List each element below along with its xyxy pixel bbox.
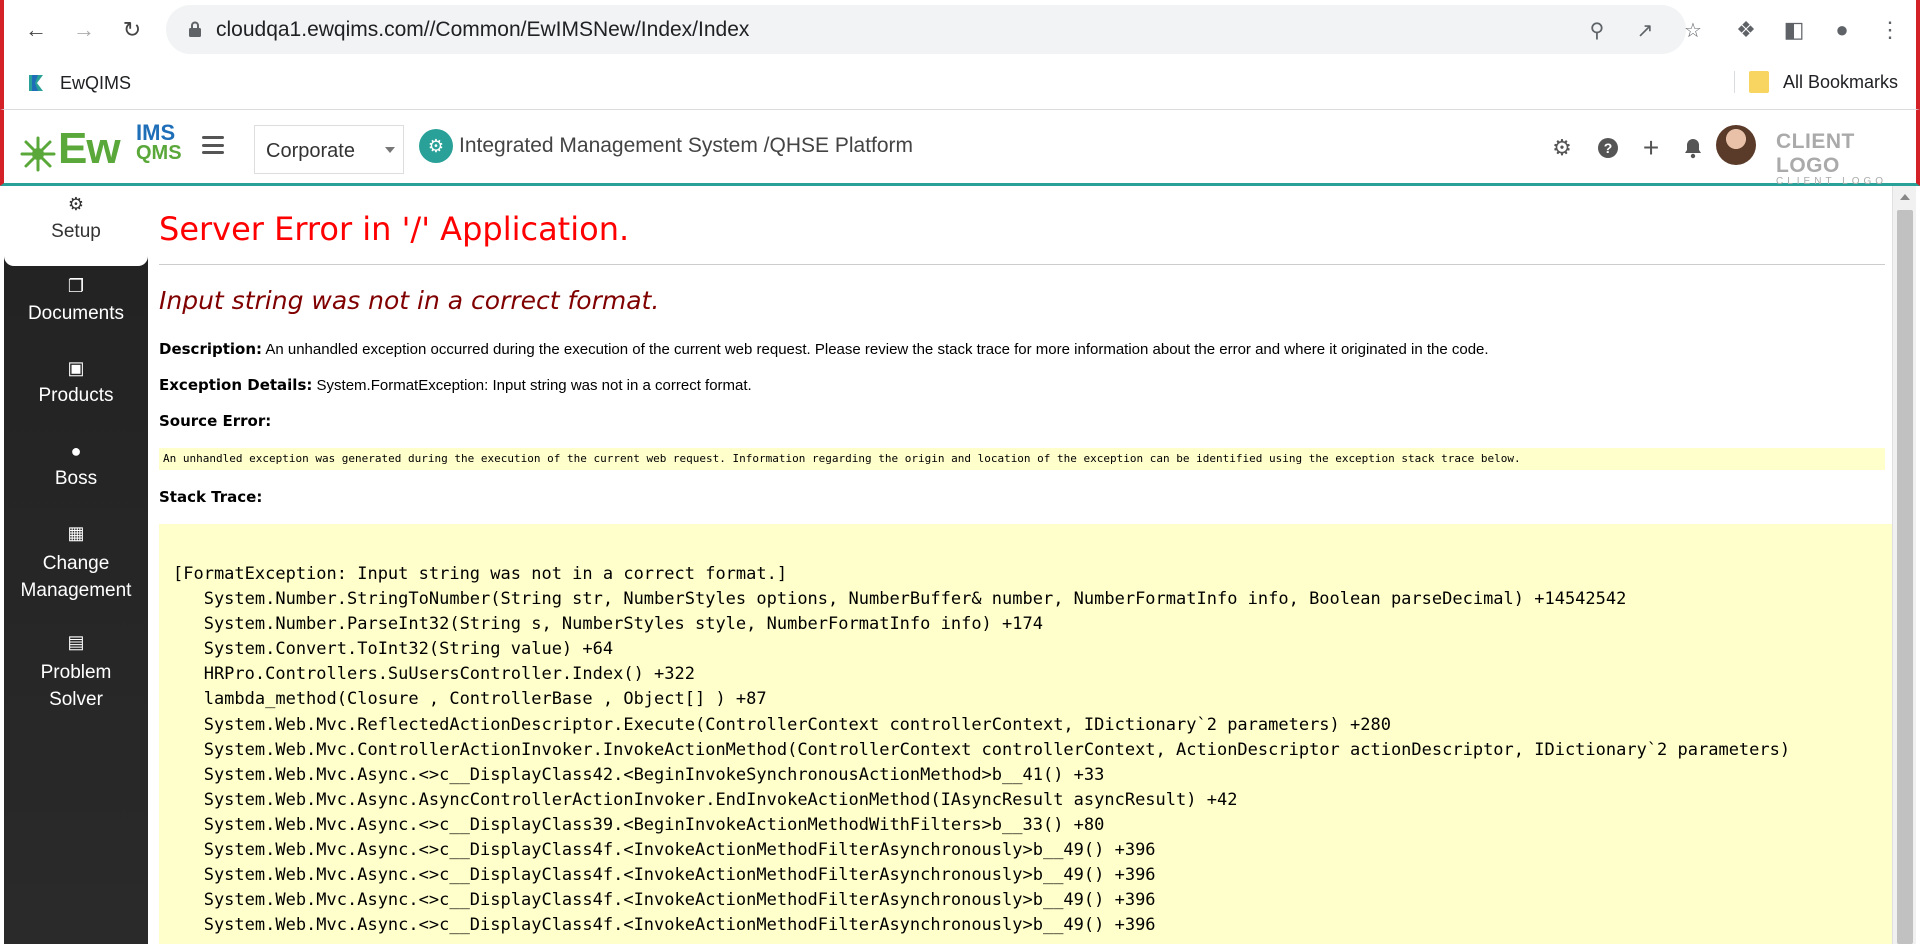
stack-trace-line: System.Web.Mvc.ControllerActionInvoker.I… (173, 739, 1791, 760)
gears-icon: ⚙ (67, 194, 85, 214)
sidebar-item-label: Documents (27, 303, 125, 324)
svg-text:?: ? (1604, 140, 1613, 156)
stack-trace-line: System.Web.Mvc.Async.<>c__DisplayClass4f… (173, 840, 1156, 861)
stack-trace-line: System.Web.Mvc.Async.<>c__DisplayClass4f… (173, 865, 1156, 886)
sidebar-item-label: Boss (54, 468, 98, 489)
bookmark-label: EwQIMS (60, 72, 132, 93)
exception-line: Exception Details: System.FormatExceptio… (159, 376, 752, 394)
menu-kebab-icon[interactable]: ⋮ (1874, 14, 1906, 46)
divider (159, 264, 1885, 265)
stack-trace-line: [FormatException: Input string was not i… (173, 564, 788, 584)
stack-trace-line: HRPro.Controllers.SuUsersController.Inde… (173, 664, 695, 685)
description-label: Description: (159, 340, 263, 358)
star-icon[interactable]: ☆ (1680, 17, 1706, 43)
sidebar-item-boss[interactable]: ● Boss (4, 441, 148, 490)
scrollbar-thumb[interactable] (1897, 210, 1913, 944)
bell-icon[interactable] (1679, 134, 1707, 162)
ewqims-logo-icon (29, 75, 43, 91)
lock-icon (189, 21, 201, 37)
extensions-icon[interactable]: ❖ (1730, 14, 1762, 46)
source-error-box: An unhandled exception was generated dur… (159, 448, 1885, 470)
building-icon: ▦ (67, 523, 85, 543)
solver-icon: ▤ (67, 632, 85, 652)
stack-trace-line: System.Number.ParseInt32(String s, Numbe… (173, 614, 1043, 635)
bookmark-ewqims[interactable]: EwQIMS (26, 72, 131, 94)
share-icon[interactable]: ↗ (1632, 17, 1658, 43)
sidebar-item-problem-solver[interactable]: ▤ Problem Solver (4, 632, 148, 713)
stack-trace-line: System.Web.Mvc.Async.<>c__DisplayClass4f… (173, 915, 1156, 936)
product-icon: ▣ (67, 358, 85, 378)
corporate-select-value: Corporate (266, 140, 355, 162)
settings-gear-icon[interactable]: ⚙ (1548, 134, 1576, 162)
address-bar[interactable]: cloudqa1.ewqims.com//Common/EwIMSNew/Ind… (166, 5, 1702, 54)
user-icon: ● (70, 441, 82, 461)
sunburst-logo-icon (20, 136, 56, 172)
sidebar: ⚙ Setup ❐ Documents ▣ Products ● Boss ▦ … (4, 186, 148, 944)
stack-trace-line: System.Web.Mvc.Async.<>c__DisplayClass39… (173, 814, 1105, 835)
reload-icon[interactable]: ↻ (114, 12, 150, 48)
user-avatar[interactable] (1716, 125, 1756, 165)
error-page: Server Error in '/' Application. Input s… (148, 186, 1892, 944)
client-logo-text: CLIENT LOGO (1776, 130, 1855, 177)
stack-label: Stack Trace: (159, 488, 263, 506)
stack-trace-line: System.Web.Mvc.Async.<>c__DisplayClass42… (173, 764, 1105, 785)
profile-icon[interactable]: ● (1826, 14, 1858, 46)
stack-trace-line: System.Web.Mvc.Async.<>c__DisplayClass4f… (173, 890, 1156, 911)
source-error-heading: Source Error: (159, 412, 271, 430)
hamburger-menu-icon[interactable] (202, 136, 224, 154)
sidebar-item-products[interactable]: ▣ Products (4, 358, 148, 407)
stack-trace-line: System.Number.StringToNumber(String str,… (173, 589, 1627, 610)
app-logo[interactable]: Ew IMS QMS (18, 120, 182, 174)
sidebar-item-label: Products (38, 385, 114, 406)
stack-trace-line: System.Convert.ToInt32(String value) +64 (173, 639, 614, 660)
sidebar-item-change-management[interactable]: ▦ Change Management (4, 523, 148, 604)
logo-ew-text: Ew (58, 124, 121, 173)
side-panel-icon[interactable]: ◧ (1778, 14, 1810, 46)
source-label: Source Error: (159, 412, 272, 430)
forward-arrow-icon[interactable]: → (66, 12, 102, 48)
error-subtitle: Input string was not in a correct format… (159, 286, 660, 315)
stack-trace-box: [FormatException: Input string was not i… (159, 524, 1892, 944)
exception-text: System.FormatException: Input string was… (316, 377, 752, 394)
back-arrow-icon[interactable]: ← (18, 12, 54, 48)
chevron-down-icon (385, 147, 395, 153)
page-title: Server Error in '/' Application. (159, 210, 630, 248)
scrollbar[interactable] (1892, 186, 1916, 944)
scroll-up-icon[interactable] (1900, 194, 1910, 200)
client-logo: CLIENT LOGO CLIENT LOGO (1776, 130, 1916, 187)
all-bookmarks-label: All Bookmarks (1782, 71, 1898, 92)
zoom-out-icon[interactable]: ⚲ (1584, 17, 1610, 43)
platform-title: Integrated Management System /QHSE Platf… (459, 134, 914, 157)
browser-toolbar: ← → ↻ cloudqa1.ewqims.com//Common/EwIMSN… (0, 0, 1920, 60)
description-line: Description: An unhandled exception occu… (159, 340, 1489, 358)
add-plus-icon[interactable]: + (1637, 132, 1665, 163)
stack-trace-line: lambda_method(Closure , ControllerBase ,… (173, 689, 767, 710)
sidebar-item-label: Problem Solver (40, 662, 112, 710)
folder-icon (1748, 71, 1769, 93)
logo-qms-text: QMS (136, 142, 182, 164)
sidebar-item-label: Change Management (20, 553, 132, 601)
corporate-select[interactable]: Corporate (254, 125, 404, 174)
sidebar-item-documents[interactable]: ❐ Documents (4, 276, 148, 325)
bookmarks-bar: EwQIMS All Bookmarks (0, 60, 1920, 110)
help-icon[interactable]: ? (1594, 134, 1622, 162)
exception-label: Exception Details: (159, 376, 313, 394)
url-text[interactable]: cloudqa1.ewqims.com//Common/EwIMSNew/Ind… (216, 18, 749, 42)
stack-trace-heading: Stack Trace: (159, 488, 262, 506)
sidebar-item-label: Setup (51, 221, 101, 242)
stack-trace-line: System.Web.Mvc.ReflectedActionDescriptor… (173, 714, 1391, 735)
copy-icon: ❐ (67, 276, 85, 296)
all-bookmarks[interactable]: All Bookmarks (1733, 71, 1898, 93)
sidebar-item-setup[interactable]: ⚙ Setup (4, 186, 148, 266)
gear-badge-icon: ⚙ (419, 129, 453, 163)
app-header: Ew IMS QMS Corporate ⚙ Integrated Manage… (0, 110, 1920, 187)
description-text: An unhandled exception occurred during t… (265, 341, 1489, 358)
stack-trace-line: System.Web.Mvc.Async.AsyncControllerActi… (173, 789, 1238, 810)
